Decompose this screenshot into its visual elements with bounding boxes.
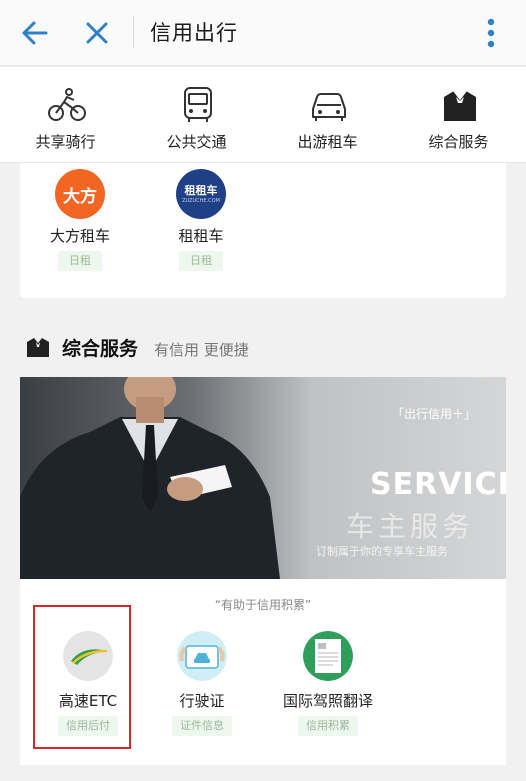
service-intl-license-translation[interactable]: 国际驾照翻译 信用积累 — [268, 631, 388, 741]
service-tag: 证件信息 — [172, 716, 232, 736]
banner-title-cn: 车主服务 — [346, 510, 475, 543]
section-title: 综合服务 — [62, 338, 139, 360]
tab-label: 出游租车 — [297, 133, 358, 151]
banner-subtitle: 订制属于你的专享车主服务 — [316, 545, 448, 558]
highlight-box — [33, 605, 131, 749]
tab-car-rental[interactable]: 出游租车 — [262, 67, 393, 163]
section-subtitle: 有信用 更便捷 — [154, 341, 249, 359]
service-name: 国际驾照翻译 — [282, 692, 373, 710]
license-icon — [177, 631, 227, 681]
tab-label: 共享骑行 — [35, 133, 96, 151]
tab-shared-bike[interactable]: 共享骑行 — [0, 67, 131, 163]
bike-icon — [48, 88, 86, 121]
banner-tag: 「出行信用＋」 — [392, 407, 477, 421]
app-tag: 日租 — [179, 251, 223, 271]
tab-integrated-services[interactable]: 综合服务 — [393, 67, 524, 163]
category-tabs: 共享骑行 公共交通 出游租车 综合服务 — [0, 67, 526, 163]
close-icon[interactable] — [80, 16, 114, 50]
service-name: 行驶证 — [179, 692, 225, 710]
intl-license-icon — [303, 631, 353, 681]
more-options-icon[interactable] — [476, 14, 506, 52]
app-tag: 日租 — [58, 251, 102, 271]
tab-public-transit[interactable]: 公共交通 — [131, 67, 262, 163]
service-tag: 信用积累 — [298, 716, 358, 736]
top-bar: 信用出行 — [0, 0, 526, 66]
app-name: 租租车 — [178, 227, 224, 245]
rental-app-dafang[interactable]: 大方 大方租车 日租 — [30, 169, 130, 279]
service-banner[interactable]: 「出行信用＋」 SERVICE 车主服务 订制属于你的专享车主服务 — [20, 377, 506, 579]
rental-card: 大方 大方租车 日租 租租车 ZUZUCHE.COM 租租车 日租 — [20, 163, 506, 298]
businessman-photo — [20, 377, 280, 579]
suit-icon — [444, 90, 476, 121]
tab-label: 综合服务 — [428, 133, 489, 151]
dafang-logo: 大方 — [55, 169, 105, 219]
tab-label: 公共交通 — [166, 133, 227, 151]
toolbar-divider — [133, 16, 134, 48]
rental-app-zuzuche[interactable]: 租租车 ZUZUCHE.COM 租租车 日租 — [151, 169, 251, 279]
service-driving-license[interactable]: 行驶证 证件信息 — [142, 631, 262, 741]
banner-title-en: SERVICE — [370, 467, 506, 502]
page-title: 信用出行 — [150, 21, 238, 45]
zuzuche-logo: 租租车 ZUZUCHE.COM — [176, 169, 226, 219]
app-name: 大方租车 — [49, 227, 110, 245]
car-icon — [312, 93, 346, 121]
back-arrow-icon[interactable] — [18, 16, 52, 50]
suit-icon — [27, 338, 49, 357]
bus-icon — [184, 87, 212, 122]
